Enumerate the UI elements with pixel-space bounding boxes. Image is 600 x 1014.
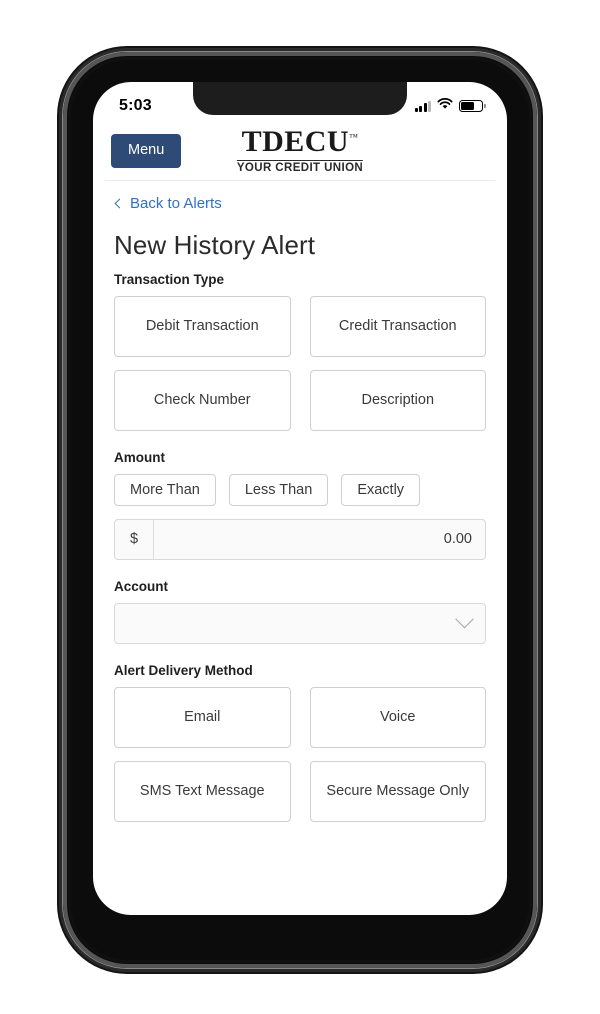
option-check-number[interactable]: Check Number	[114, 369, 291, 431]
currency-prefix: $	[115, 519, 154, 559]
phone-device-frame: 5:03 Menu TDECU™ YOUR CREDIT UNION Back …	[63, 52, 537, 968]
transaction-type-label: Transaction Type	[114, 271, 225, 287]
menu-button[interactable]: Menu	[111, 134, 182, 168]
brand-name-text: TDECU	[241, 124, 350, 158]
screenshot-root: 5:03 Menu TDECU™ YOUR CREDIT UNION Back …	[0, 0, 600, 1014]
back-to-alerts-label: Back to Alerts	[130, 194, 222, 212]
brand-wordmark: TDECU™	[241, 124, 359, 158]
option-voice[interactable]: Voice	[309, 686, 486, 748]
amount-value[interactable]: 0.00	[154, 520, 485, 559]
option-secure-message-only[interactable]: Secure Message Only	[309, 760, 486, 822]
option-sms-text-message[interactable]: SMS Text Message	[114, 760, 291, 822]
option-debit-transaction[interactable]: Debit Transaction	[114, 295, 291, 357]
phone-screen: 5:03 Menu TDECU™ YOUR CREDIT UNION Back …	[93, 82, 507, 915]
comparator-less-than[interactable]: Less Than	[228, 473, 329, 506]
brand-divider	[236, 159, 364, 162]
page-content: Back to Alerts New History Alert Transac…	[93, 181, 507, 822]
option-description[interactable]: Description	[309, 369, 486, 431]
status-bar-icons	[414, 93, 486, 115]
amount-comparator-group: More Than Less Than Exactly	[114, 473, 486, 506]
phone-notch	[193, 82, 407, 115]
option-email[interactable]: Email	[114, 686, 291, 748]
brand-trademark-text: ™	[349, 131, 359, 142]
status-bar-time: 5:03	[119, 97, 152, 114]
comparator-exactly[interactable]: Exactly	[341, 473, 421, 506]
battery-icon	[459, 100, 486, 112]
cellular-bars-icon	[414, 100, 431, 112]
account-label: Account	[114, 578, 168, 594]
amount-label: Amount	[114, 449, 165, 465]
option-credit-transaction[interactable]: Credit Transaction	[309, 295, 486, 357]
transaction-type-options: Debit Transaction Credit Transaction Che…	[114, 295, 486, 431]
back-to-alerts-link[interactable]: Back to Alerts	[114, 195, 486, 212]
app-header: Menu TDECU™ YOUR CREDIT UNION	[93, 126, 507, 180]
amount-input[interactable]: $ 0.00	[114, 518, 486, 560]
alert-delivery-method-options: Email Voice SMS Text Message Secure Mess…	[114, 686, 486, 822]
alert-delivery-method-label: Alert Delivery Method	[114, 662, 253, 678]
chevron-left-icon	[114, 198, 125, 209]
chevron-down-icon[interactable]	[455, 610, 474, 629]
tdecu-logo: TDECU™ YOUR CREDIT UNION	[236, 124, 364, 175]
brand-tagline: YOUR CREDIT UNION	[236, 162, 364, 175]
comparator-more-than[interactable]: More Than	[114, 473, 216, 506]
page-title: New History Alert	[114, 229, 316, 260]
account-select[interactable]	[114, 602, 486, 644]
wifi-icon	[437, 97, 453, 115]
